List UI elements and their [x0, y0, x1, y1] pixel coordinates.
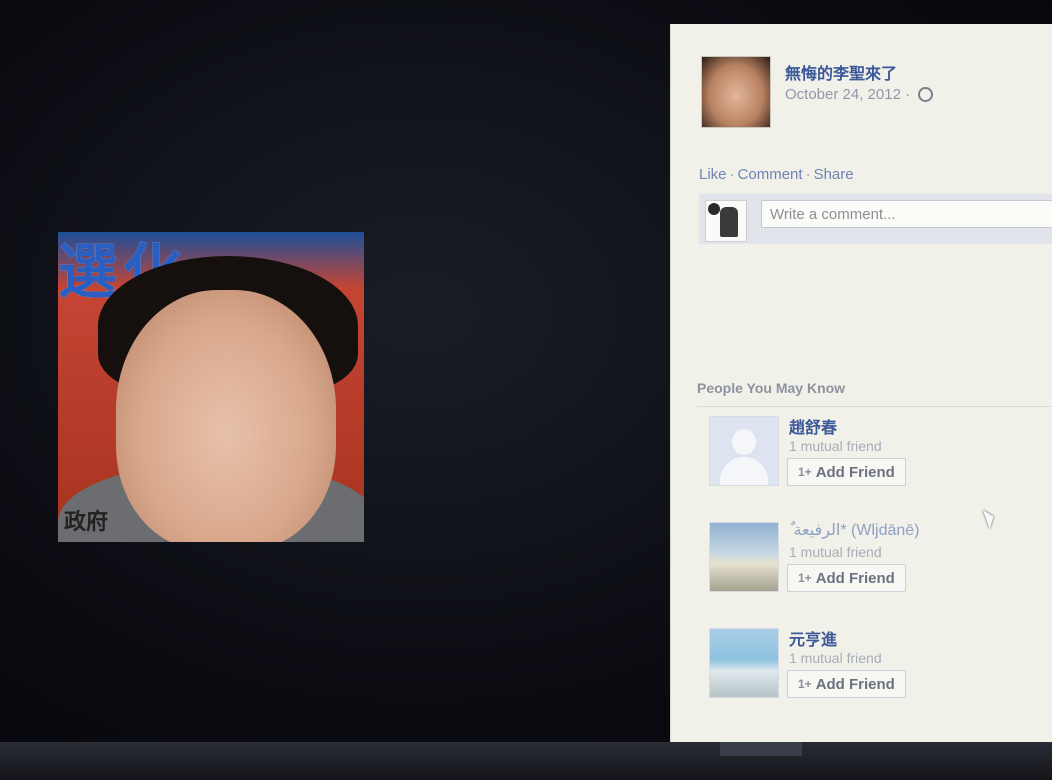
divider [697, 406, 1052, 407]
add-friend-label: Add Friend [815, 569, 895, 587]
add-friend-label: Add Friend [815, 675, 895, 693]
mutual-friends-link[interactable]: 1 mutual friend [789, 544, 882, 560]
screen-bezel [0, 742, 1052, 780]
taskbar-item[interactable] [720, 742, 802, 756]
pymk-person: ٌ الرفيعة* (Wljdānē) 1 mutual friend 1+ … [709, 522, 1052, 612]
person-photo[interactable] [709, 416, 779, 486]
comment-input[interactable] [761, 200, 1052, 228]
photo-stage: 選 化 政府 [0, 0, 668, 745]
like-link[interactable]: Like [699, 166, 727, 183]
add-friend-button[interactable]: 1+ Add Friend [787, 458, 906, 486]
post-meta: October 24, 2012 · [785, 86, 934, 103]
author-name[interactable]: 無悔的李聖來了 [785, 60, 897, 84]
add-friend-button[interactable]: 1+ Add Friend [787, 564, 906, 592]
person-name[interactable]: 趙舒春 [789, 414, 837, 438]
globe-icon[interactable] [918, 86, 934, 102]
viewer-avatar [705, 200, 747, 242]
add-friend-icon: 1+ [798, 677, 812, 691]
share-link[interactable]: Share [814, 166, 854, 183]
action-separator: · [805, 166, 811, 183]
person-photo[interactable] [709, 522, 779, 592]
mutual-friends-link[interactable]: 1 mutual friend [789, 438, 882, 454]
add-friend-icon: 1+ [798, 465, 812, 479]
post-side-panel: 無悔的李聖來了 October 24, 2012 · Like · Comment ·… [670, 24, 1052, 742]
author-avatar[interactable] [701, 56, 771, 128]
person-name[interactable]: 元亨進 [789, 626, 837, 650]
photo-caption-text: 政府 [64, 509, 109, 534]
person-photo[interactable] [709, 628, 779, 698]
pymk-person: 元亨進 1 mutual friend 1+ Add Friend [709, 628, 1052, 718]
add-friend-button[interactable]: 1+ Add Friend [787, 670, 906, 698]
comment-link[interactable]: Comment [738, 166, 803, 183]
person-name[interactable]: ٌ الرفيعة* (Wljdānē) [789, 520, 920, 540]
date-separator: · [905, 86, 911, 103]
post-photo[interactable]: 選 化 政府 [58, 232, 364, 542]
add-friend-label: Add Friend [815, 463, 895, 481]
mutual-friends-link[interactable]: 1 mutual friend [789, 650, 882, 666]
post-date[interactable]: October 24, 2012 [785, 86, 901, 103]
pymk-title: People You May Know [697, 380, 846, 396]
action-separator: · [729, 166, 735, 183]
add-friend-icon: 1+ [798, 571, 812, 585]
post-actions: Like · Comment · Share [699, 166, 854, 183]
photo-face [116, 290, 336, 542]
pymk-person: 趙舒春 1 mutual friend 1+ Add Friend [709, 416, 1052, 506]
comment-box [699, 194, 1052, 244]
